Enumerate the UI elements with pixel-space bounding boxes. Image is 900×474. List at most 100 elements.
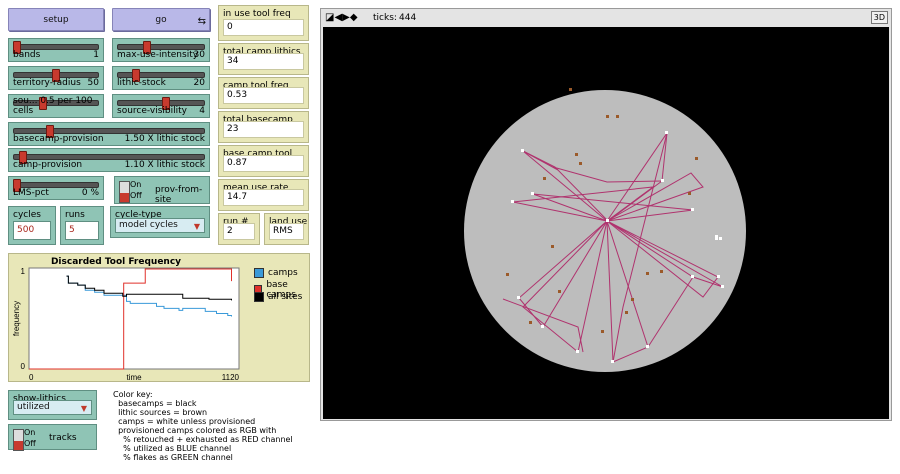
lithic-source-marker xyxy=(631,298,634,301)
total-camp-lithics-monitor: total camp lithics 34 xyxy=(218,43,309,75)
legend-label: camps xyxy=(268,268,298,278)
camp-marker xyxy=(661,179,664,182)
monitor-value: 0.53 xyxy=(223,87,304,104)
slider-value: 30 xyxy=(193,50,205,60)
camp-marker xyxy=(541,325,544,328)
prov-from-site-switch[interactable]: On Off prov-from-site xyxy=(114,176,210,205)
switch-label: prov-from-site xyxy=(155,185,203,205)
camp-marker xyxy=(576,350,579,353)
setup-button-label: setup xyxy=(43,14,69,25)
run-number-monitor: run # 2 xyxy=(218,213,260,245)
forever-arrows-icon: ⇆ xyxy=(197,16,206,27)
camp-tool-freq-monitor: camp tool freq 0.53 xyxy=(218,77,309,109)
slider-label: max-use-intensity xyxy=(117,50,199,60)
monitor-value: 0.87 xyxy=(223,155,304,172)
switch-off-label: Off xyxy=(24,439,36,448)
camp-marker xyxy=(531,192,534,195)
switch-toggle[interactable] xyxy=(13,429,24,451)
discarded-tool-frequency-plot: Discarded Tool Frequency 1 0 0 1120 time freq… xyxy=(8,253,310,382)
camp-marker xyxy=(691,208,694,211)
slider-label: LMS-pct xyxy=(13,188,49,198)
lithic-source-marker xyxy=(506,273,509,276)
runs-input[interactable]: 5 xyxy=(65,221,99,240)
lithic-source-marker xyxy=(529,321,532,324)
camp-marker xyxy=(665,131,668,134)
lithic-source-marker xyxy=(695,157,698,160)
legend-item-all-sites: all sites xyxy=(254,292,302,302)
switch-toggle[interactable] xyxy=(119,181,130,203)
lms-pct-slider[interactable]: LMS-pct 0 % xyxy=(8,176,104,200)
switch-on-label: On xyxy=(130,180,142,189)
camp-marker xyxy=(721,285,724,288)
lithic-source-marker xyxy=(688,192,691,195)
base-camp-tool-freq-monitor: base camp tool freq 0.87 xyxy=(218,145,309,177)
camp-provision-slider[interactable]: camp-provision 1.10 X lithic stock xyxy=(8,148,210,172)
3d-button[interactable]: 3D xyxy=(870,11,888,24)
world-view: ◪◀▶◆ ticks: 444 3D xyxy=(320,8,892,421)
slider-value: 4 xyxy=(199,106,205,116)
mean-use-rate-monitor: mean use rate 14.7 xyxy=(218,179,309,211)
camp-marker xyxy=(646,345,649,348)
monitor-value: 0 xyxy=(223,19,304,36)
sources-slider[interactable]: sou... 0.5 per 100 cells xyxy=(8,94,104,118)
color-key-line: camps = white unless provisioned xyxy=(113,417,256,426)
lithic-stock-slider[interactable]: lithic-stock 20 xyxy=(112,66,210,90)
color-key-line: Color key: xyxy=(113,390,153,399)
go-button[interactable]: go ⇆ xyxy=(112,8,210,31)
color-key-line: % flakes as GREEN channel xyxy=(113,453,233,462)
switch-on-label: On xyxy=(24,428,36,437)
lithic-source-marker xyxy=(606,115,609,118)
slider-value: 50 xyxy=(87,78,99,88)
cycle-type-chooser[interactable]: cycle-type model cycles ▼ xyxy=(110,206,210,238)
source-visibility-slider[interactable]: source-visibility 4 xyxy=(112,94,210,118)
slider-value: 20 xyxy=(193,78,205,88)
camp-marker xyxy=(691,275,694,278)
dropdown-arrow-icon: ▼ xyxy=(80,404,87,413)
lithic-source-marker xyxy=(660,270,663,273)
camp-marker xyxy=(521,149,524,152)
switch-off-label: Off xyxy=(130,191,142,200)
chooser-value-text: model cycles xyxy=(119,220,178,230)
tracks-switch[interactable]: On Off tracks xyxy=(8,424,97,451)
color-key-line: provisioned camps colored as RGB with xyxy=(113,426,277,435)
white-marker xyxy=(715,237,718,240)
max-use-intensity-slider[interactable]: max-use-intensity 30 xyxy=(112,38,210,62)
color-key-line: % retouched + exhausted as RED channel xyxy=(113,435,293,444)
territory-radius-slider[interactable]: territory-radius 50 xyxy=(8,66,104,90)
slider-label: basecamp-provision xyxy=(13,134,104,144)
view-control-icons[interactable]: ◪◀▶◆ xyxy=(325,12,358,23)
chooser-value[interactable]: model cycles ▼ xyxy=(115,218,205,233)
setup-button[interactable]: setup xyxy=(8,8,104,31)
basecamp-provision-slider[interactable]: basecamp-provision 1.50 X lithic stock xyxy=(8,122,210,146)
lithic-source-marker xyxy=(579,162,582,165)
slider-label: camp-provision xyxy=(13,160,83,170)
camp-marker xyxy=(517,296,520,299)
runs-label: runs xyxy=(65,210,85,220)
slider-label: bands xyxy=(13,50,41,60)
chooser-value-text: utilized xyxy=(17,402,50,412)
world-canvas[interactable] xyxy=(323,27,889,419)
monitor-value: 2 xyxy=(223,223,255,240)
in-use-tool-freq-monitor: in use tool freq 0 xyxy=(218,5,309,41)
monitor-value: 14.7 xyxy=(223,189,304,206)
slider-label: lithic-stock xyxy=(117,78,166,88)
lithic-source-marker xyxy=(625,311,628,314)
y-axis-label: frequency xyxy=(12,301,21,336)
y-tick-min: 0 xyxy=(21,362,26,371)
chooser-value[interactable]: utilized ▼ xyxy=(13,400,92,415)
ticks-label: ticks: xyxy=(373,13,397,23)
lithic-source-marker xyxy=(543,177,546,180)
slider-value: 1.50 X lithic stock xyxy=(124,134,205,144)
monitor-value: 34 xyxy=(223,53,304,70)
monitor-value: RMS xyxy=(269,223,304,240)
cycles-input-box[interactable]: cycles 500 xyxy=(8,206,56,245)
show-lithics-chooser[interactable]: show-lithics utilized ▼ xyxy=(8,390,97,420)
cycles-input[interactable]: 500 xyxy=(13,221,51,240)
bands-slider[interactable]: bands 1 xyxy=(8,38,104,62)
color-key-line: lithic sources = brown xyxy=(113,408,208,417)
runs-input-box[interactable]: runs 5 xyxy=(60,206,104,245)
lithic-source-marker xyxy=(558,290,561,293)
camp-marker xyxy=(719,237,722,240)
lithic-source-marker xyxy=(646,272,649,275)
color-key-note: Color key: basecamps = black lithic sour… xyxy=(113,390,313,462)
